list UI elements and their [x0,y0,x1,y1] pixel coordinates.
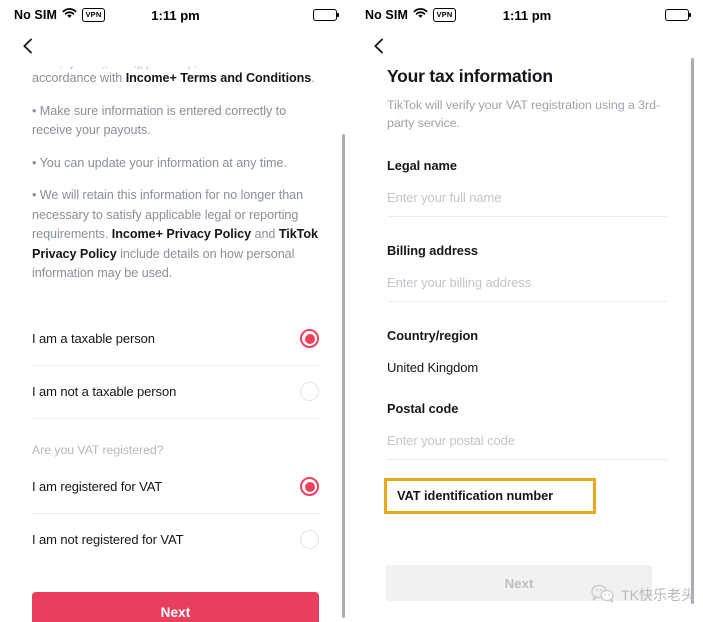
dual-screenshot-container: No SIM VPN 1:11 pm accordance with Incom… [0,0,703,622]
taxable-person-option-list: I am a taxable person I am not a taxable… [32,313,319,419]
status-bar-right-group [313,9,340,21]
legal-terms-post: . [311,71,315,85]
carrier-label: No SIM [365,8,408,22]
legal-paragraph-terms: accordance with Income+ Terms and Condit… [32,69,319,89]
legal-name-input[interactable]: Enter your full name [387,190,667,217]
billing-address-input[interactable]: Enter your billing address [387,275,667,302]
field-billing-address: Billing address Enter your billing addre… [387,243,667,302]
field-label: Legal name [387,158,457,173]
radio-selected-icon[interactable] [300,329,319,348]
wifi-icon [62,8,77,22]
legal-terms-pre: accordance with [32,71,126,85]
legal-bullet-3: • We will retain this information for no… [32,186,319,284]
back-chevron-icon[interactable] [18,36,38,56]
back-chevron-icon[interactable] [369,36,389,56]
right-screen-body: Your tax information TikTok will verify … [351,66,703,514]
legal-clipped-line: your information will be used in [32,62,319,69]
country-region-value[interactable]: United Kingdom [387,360,667,375]
postal-code-input[interactable]: Enter your postal code [387,433,667,460]
vpn-badge: VPN [81,8,105,22]
option-row-not-registered-vat[interactable]: I am not registered for VAT [32,514,319,566]
legal-bullet-2: • You can update your information at any… [32,155,287,170]
vat-identification-number-highlight: VAT identification number [384,478,596,514]
wifi-icon [413,8,428,22]
radio-selected-icon[interactable] [300,477,319,496]
right-phone-screen: No SIM VPN 1:11 pm Your tax information … [351,0,703,622]
status-bar-left-group: No SIM VPN [365,8,456,22]
battery-full-icon [665,9,692,21]
left-screen-body: your information will be used in accorda… [0,62,351,622]
page-title: Your tax information [387,66,553,86]
field-postal-code: Postal code Enter your postal code [387,401,667,460]
legal-bullet-1: • Make sure information is entered corre… [32,103,287,138]
battery-full-icon [313,9,340,21]
radio-unselected-icon[interactable] [300,382,319,401]
income-privacy-link[interactable]: Income+ Privacy Policy [112,227,251,241]
legal-bullet-3-mid: and [251,227,279,241]
radio-unselected-icon[interactable] [300,530,319,549]
income-terms-link[interactable]: Income+ Terms and Conditions [126,71,312,85]
status-bar-left-group: No SIM VPN [14,8,105,22]
next-button[interactable]: Next [32,591,319,622]
field-label: Billing address [387,243,478,258]
field-legal-name: Legal name Enter your full name [387,158,667,217]
option-row-taxable-person[interactable]: I am a taxable person [32,313,319,366]
vat-identification-number-label: VAT identification number [397,488,554,503]
option-label: I am not a taxable person [32,384,177,399]
status-bar-right: No SIM VPN 1:11 pm [351,0,703,30]
field-label: Country/region [387,328,479,343]
option-row-not-taxable-person[interactable]: I am not a taxable person [32,366,319,419]
nav-bar-right [351,30,703,62]
option-row-registered-vat[interactable]: I am registered for VAT [32,461,319,514]
status-bar-left: No SIM VPN 1:11 pm [0,0,351,30]
left-phone-screen: No SIM VPN 1:11 pm accordance with Incom… [0,0,351,622]
option-label: I am a taxable person [32,331,155,346]
page-subtitle: TikTok will verify your VAT registration… [387,98,661,130]
next-button-disabled[interactable]: Next [386,565,652,601]
option-label: I am registered for VAT [32,479,163,494]
nav-bar-left [0,30,351,62]
carrier-label: No SIM [14,8,57,22]
vat-option-list: I am registered for VAT I am not registe… [32,461,319,566]
option-label: I am not registered for VAT [32,532,184,547]
vat-question-label: Are you VAT registered? [32,442,164,457]
scrollbar-right-panel[interactable] [691,58,694,604]
scrollbar-left-panel[interactable] [342,134,345,618]
field-label: Postal code [387,401,459,416]
vpn-badge: VPN [432,8,456,22]
field-country-region: Country/region United Kingdom [387,328,667,375]
status-bar-right-group [665,9,692,21]
